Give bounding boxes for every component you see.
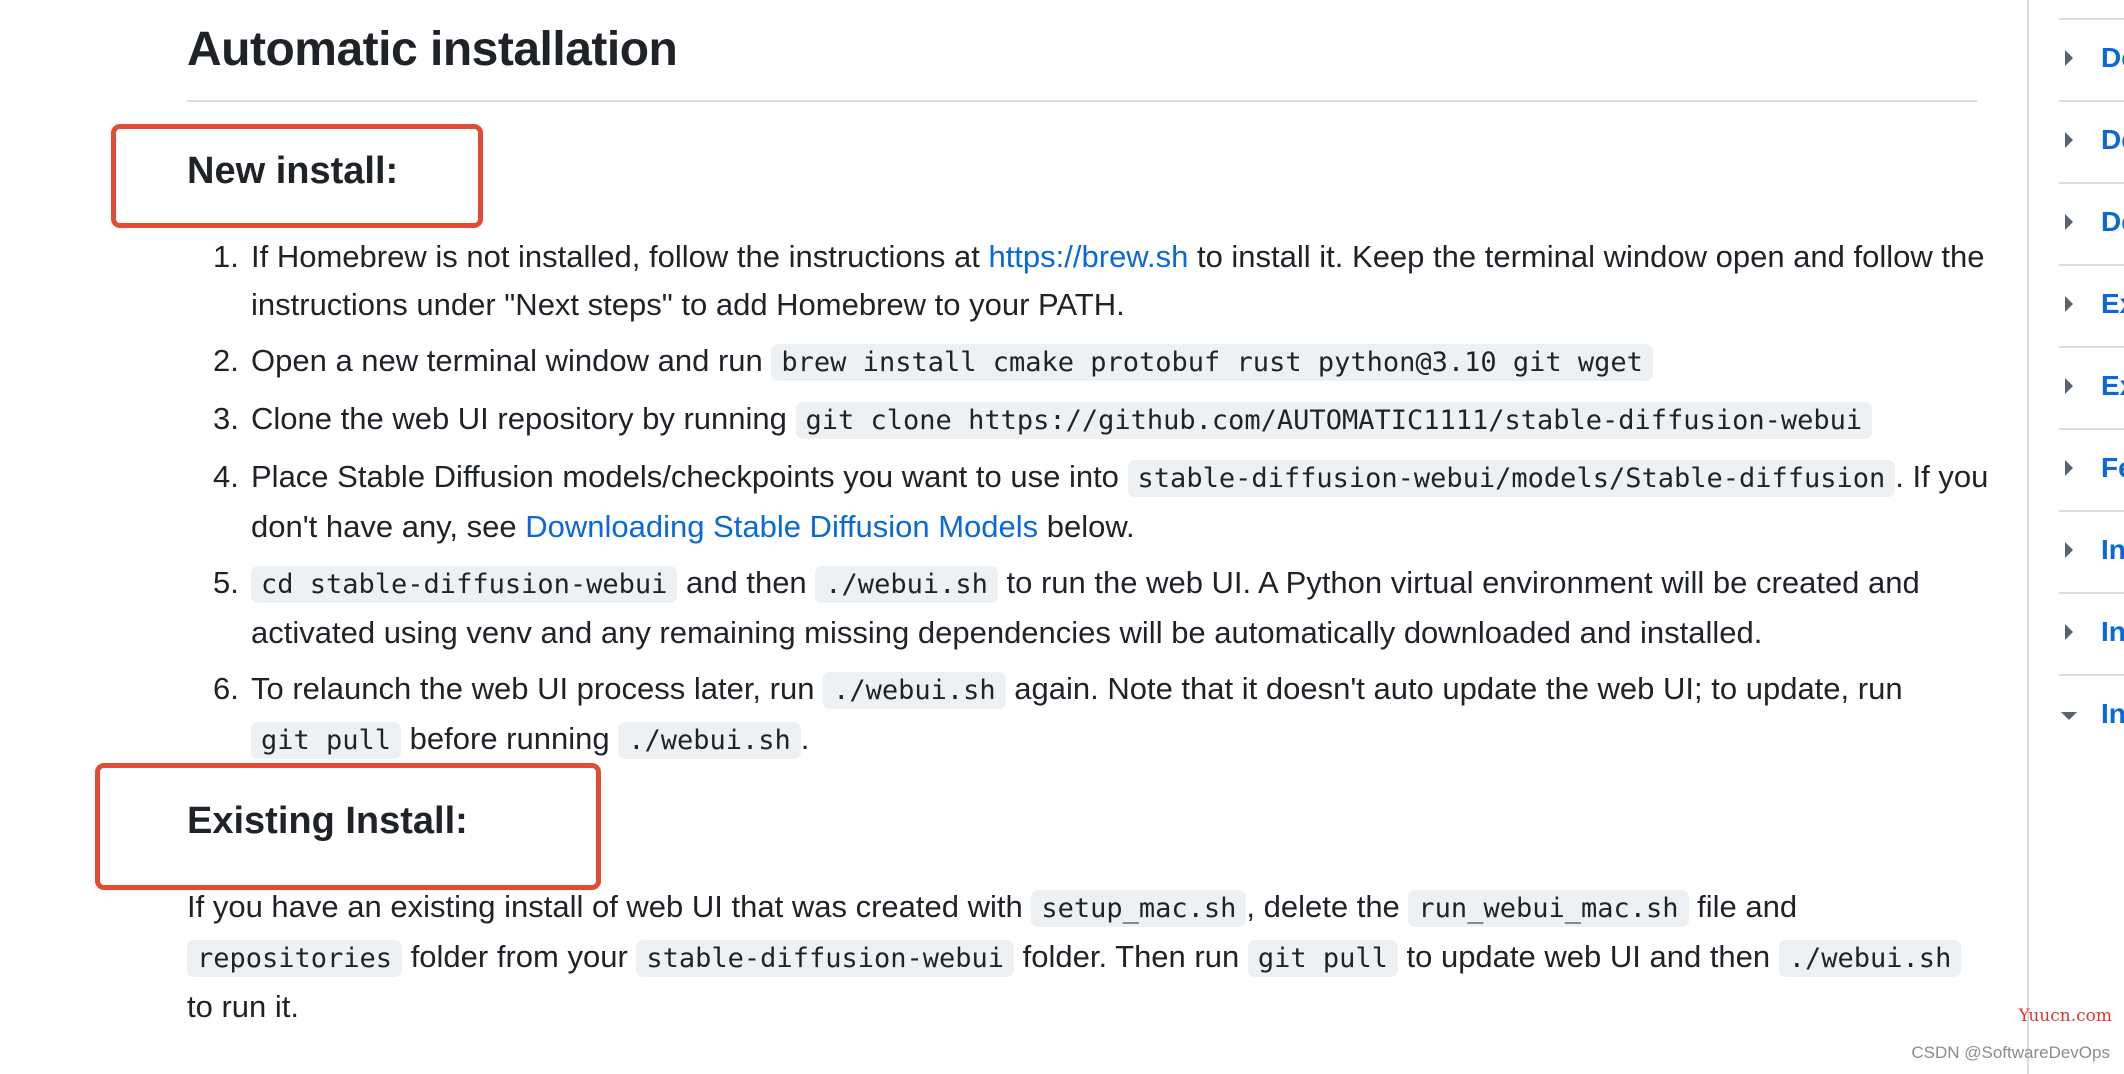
toc-item-label[interactable]: Ex — [2101, 288, 2124, 320]
step-number: 1. — [213, 239, 239, 274]
toc-item-label[interactable]: De — [2101, 124, 2124, 156]
step-text: Place Stable Diffusion models/checkpoint… — [251, 459, 1128, 494]
toc-sidebar: De De De Ex Ex Fe In In In — [2027, 0, 2124, 1074]
para-text: file and — [1688, 889, 1798, 924]
code-webui-sh: ./webui.sh — [1778, 940, 1962, 977]
toc-item[interactable]: De — [2059, 102, 2124, 184]
step-number: 2. — [213, 343, 239, 378]
heading-existing-install: Existing Install: — [187, 800, 468, 842]
existing-install-paragraph: If you have an existing install of web U… — [187, 883, 1977, 1031]
caret-down-icon — [2061, 712, 2077, 720]
toc-item[interactable]: De — [2059, 20, 2124, 102]
title-divider — [187, 100, 1977, 102]
toc-item-label[interactable]: Ex — [2101, 370, 2124, 402]
code-repositories: repositories — [187, 940, 403, 977]
toc-item-label[interactable]: Fe — [2101, 452, 2124, 484]
toc-item-expanded[interactable]: In — [2059, 676, 2124, 758]
watermark-site: Yuucn.com — [2018, 1006, 2112, 1026]
step-text: again. Note that it doesn't auto update … — [1005, 671, 1903, 706]
list-item: 6. To relaunch the web UI process later, … — [213, 665, 2041, 765]
downloading-models-link[interactable]: Downloading Stable Diffusion Models — [525, 509, 1038, 544]
toc-item-label[interactable]: In — [2101, 698, 2124, 730]
code-git-pull: git pull — [1247, 940, 1398, 977]
caret-right-icon — [2065, 296, 2073, 312]
code-webui-sh: ./webui.sh — [815, 566, 998, 603]
toc-item[interactable]: Fe — [2059, 430, 2124, 512]
toc-item[interactable]: Ex — [2059, 348, 2124, 430]
list-item: 1. If Homebrew is not installed, follow t… — [213, 233, 2041, 329]
brew-link[interactable]: https://brew.sh — [988, 239, 1188, 274]
code-git-clone: git clone https://github.com/AUTOMATIC11… — [795, 402, 1873, 439]
toc-item[interactable]: Ex — [2059, 266, 2124, 348]
code-run-webui-mac: run_webui_mac.sh — [1408, 890, 1689, 927]
para-text: to run it. — [187, 989, 299, 1024]
step-number: 5. — [213, 565, 239, 600]
code-brew-install: brew install cmake protobuf rust python@… — [771, 344, 1653, 381]
step-number: 6. — [213, 671, 239, 706]
heading-new-install: New install: — [187, 150, 399, 192]
list-item: 4. Place Stable Diffusion models/checkpoi… — [213, 453, 2041, 551]
step-text: To relaunch the web UI process later, ru… — [251, 671, 824, 706]
para-text: If you have an existing install of web U… — [187, 889, 1032, 924]
code-webui-sh: ./webui.sh — [618, 722, 801, 759]
caret-right-icon — [2065, 378, 2073, 394]
caret-right-icon — [2065, 542, 2073, 558]
toc-item[interactable]: De — [2059, 184, 2124, 266]
para-text: to update web UI and then — [1397, 939, 1779, 974]
list-item: 2. Open a new terminal window and run bre… — [213, 337, 2041, 387]
toc-item-label[interactable]: De — [2101, 206, 2124, 238]
step-text: Clone the web UI repository by running — [251, 401, 796, 436]
toc-top-divider — [2059, 0, 2124, 20]
watermark-author: CSDN @SoftwareDevOps — [1911, 1043, 2110, 1062]
list-item: 5. cd stable-diffusion-webui and then ./w… — [213, 559, 2041, 657]
code-git-pull: git pull — [251, 722, 402, 759]
toc-item-label[interactable]: In — [2101, 616, 2124, 648]
step-text: before running — [401, 721, 619, 756]
step-text: Open a new terminal window and run — [251, 343, 772, 378]
code-models-path: stable-diffusion-webui/models/Stable-dif… — [1127, 460, 1896, 497]
code-webui-sh: ./webui.sh — [823, 672, 1006, 709]
install-steps-list: 1. If Homebrew is not installed, follow t… — [187, 233, 2041, 773]
step-number: 4. — [213, 459, 239, 494]
caret-right-icon — [2065, 460, 2073, 476]
caret-right-icon — [2065, 132, 2073, 148]
caret-right-icon — [2065, 50, 2073, 66]
step-text: If Homebrew is not installed, follow the… — [251, 239, 989, 274]
code-sd-webui-folder: stable-diffusion-webui — [636, 940, 1015, 977]
para-text: , delete the — [1246, 889, 1409, 924]
code-setup-mac: setup_mac.sh — [1031, 890, 1247, 927]
step-text: and then — [677, 565, 816, 600]
caret-right-icon — [2065, 624, 2073, 640]
toc-item[interactable]: In — [2059, 594, 2124, 676]
toc-item-label[interactable]: In — [2101, 534, 2124, 566]
step-number: 3. — [213, 401, 239, 436]
para-text: folder from your — [402, 939, 637, 974]
caret-right-icon — [2065, 214, 2073, 230]
toc-item-label[interactable]: De — [2101, 42, 2124, 74]
toc-item[interactable]: In — [2059, 512, 2124, 594]
page-title: Automatic installation — [187, 23, 678, 76]
step-text: . — [800, 721, 810, 756]
code-cd: cd stable-diffusion-webui — [251, 566, 678, 603]
para-text: folder. Then run — [1014, 939, 1248, 974]
list-item: 3. Clone the web UI repository by running… — [213, 395, 2041, 445]
step-text: below. — [1038, 509, 1135, 544]
